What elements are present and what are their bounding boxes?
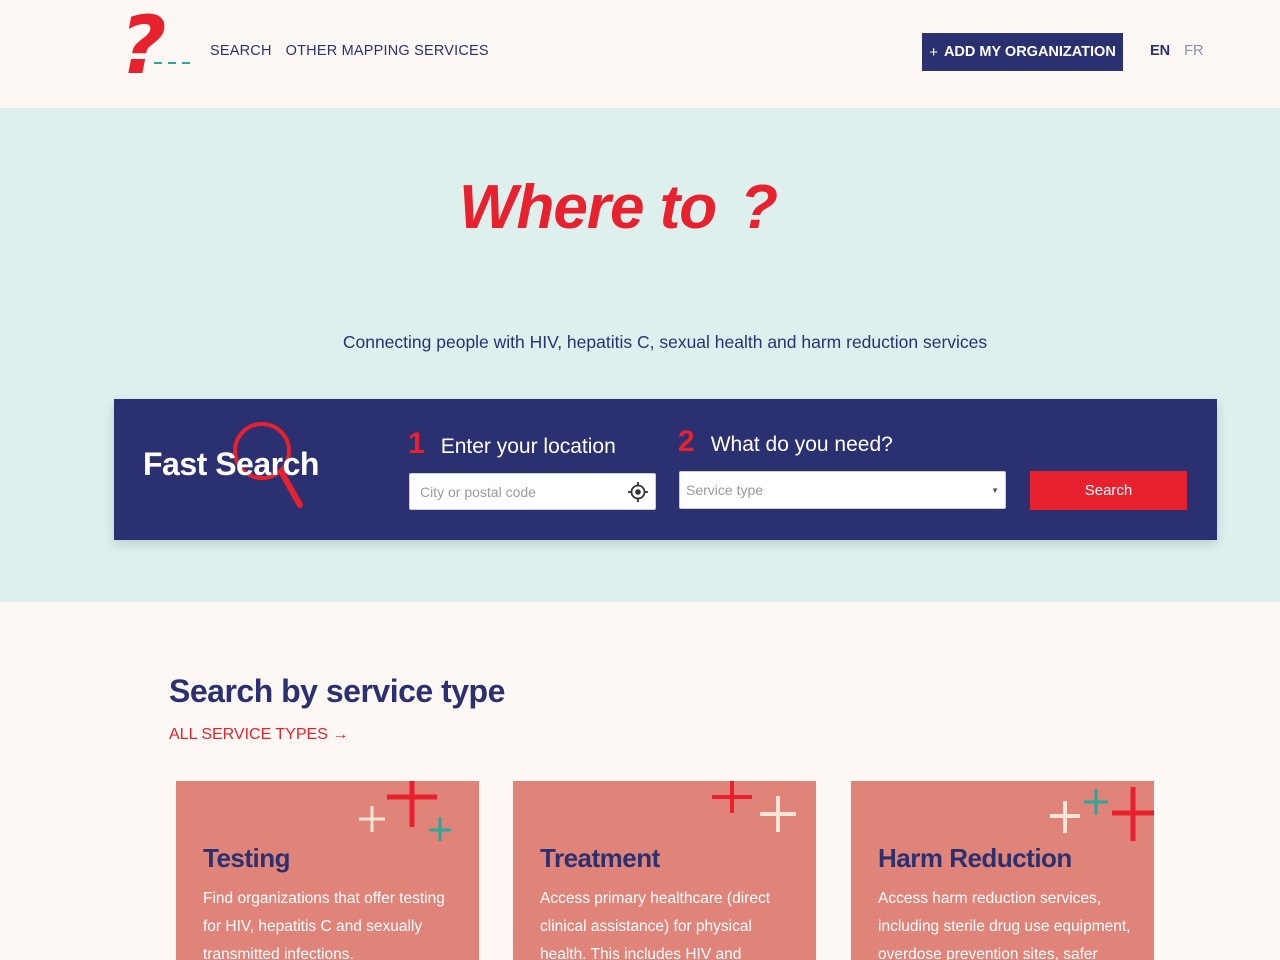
- service-card-treatment[interactable]: Treatment Access primary healthcare (dir…: [513, 781, 816, 960]
- add-organization-button[interactable]: + ADD MY ORGANIZATION: [922, 33, 1123, 71]
- site-header: ? SEARCH OTHER MAPPING SERVICES + ADD MY…: [0, 0, 1280, 108]
- step-number: 2: [678, 425, 695, 458]
- search-button[interactable]: Search: [1030, 471, 1187, 510]
- service-types-title: Search by service type: [169, 673, 505, 709]
- card-title: Testing: [203, 843, 291, 873]
- lang-en-link[interactable]: EN: [1150, 43, 1170, 59]
- fast-search-title: Fast Search: [143, 446, 319, 482]
- locate-icon[interactable]: [627, 481, 649, 503]
- card-description: Access primary healthcare (direct clinic…: [540, 890, 770, 960]
- location-field[interactable]: [409, 473, 656, 510]
- service-type-value: Service type: [686, 482, 764, 498]
- step-label: What do you need?: [710, 433, 893, 456]
- chevron-down-icon: ▼: [991, 486, 999, 495]
- service-type-select[interactable]: Service type ▼: [679, 471, 1006, 509]
- step-number: 1: [408, 427, 425, 460]
- location-input[interactable]: [420, 483, 620, 500]
- hero-section: Where to? Connecting people with HIV, he…: [0, 108, 1280, 602]
- plus-decoration-icon: [359, 781, 451, 841]
- add-organization-label: ADD MY ORGANIZATION: [943, 44, 1116, 60]
- card-title: Treatment: [540, 843, 660, 873]
- hero-title-mark: ?: [740, 173, 778, 242]
- plus-decoration-icon: [712, 781, 796, 832]
- step-service: 2 What do you need?: [678, 425, 893, 459]
- step-location: 1 Enter your location: [408, 427, 616, 461]
- hero-tagline: Connecting people with HIV, hepatitis C,…: [342, 332, 988, 352]
- plus-decoration-icon: [1050, 787, 1154, 841]
- site-logo[interactable]: ?: [120, 6, 196, 92]
- all-service-types-link[interactable]: ALL SERVICE TYPES →: [169, 726, 348, 744]
- nav-search-link[interactable]: SEARCH: [210, 43, 272, 59]
- service-card-harm-reduction[interactable]: Harm Reduction Access harm reduction ser…: [851, 781, 1154, 960]
- hero-title: Where to?: [0, 172, 1236, 243]
- logo-question-mark: ?: [120, 0, 167, 92]
- service-card-testing[interactable]: Testing Find organizations that offer te…: [176, 781, 479, 960]
- logo-dashes: [154, 62, 190, 64]
- all-service-types-label: ALL SERVICE TYPES: [169, 726, 328, 743]
- card-description: Access harm reduction services, includin…: [878, 890, 1131, 960]
- nav-other-mapping-link[interactable]: OTHER MAPPING SERVICES: [286, 43, 489, 59]
- step-label: Enter your location: [440, 435, 616, 458]
- lang-fr-link[interactable]: FR: [1184, 43, 1203, 59]
- language-switcher: EN FR: [1150, 43, 1204, 59]
- card-description: Find organizations that offer testing fo…: [203, 890, 445, 960]
- fast-search-panel: Fast Search 1 Enter your location 2 What…: [114, 399, 1217, 540]
- arrow-right-icon: →: [332, 726, 349, 743]
- hero-title-text: Where to: [458, 173, 717, 242]
- plus-icon: +: [929, 43, 938, 61]
- card-title: Harm Reduction: [878, 843, 1072, 873]
- main-nav: SEARCH OTHER MAPPING SERVICES: [210, 43, 489, 59]
